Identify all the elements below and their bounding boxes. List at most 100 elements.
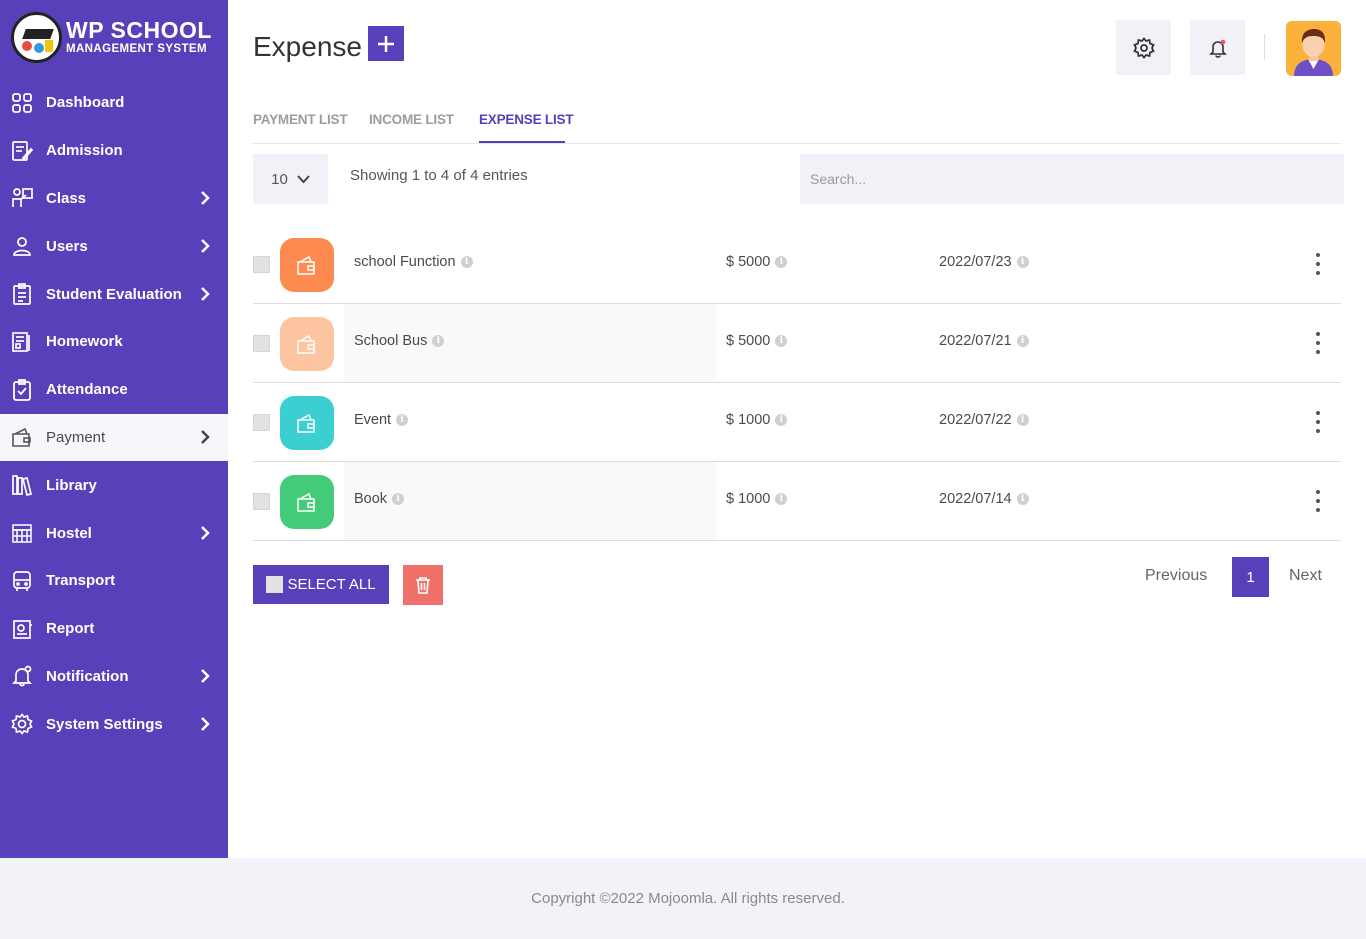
expense-amount: $ 5000 bbox=[726, 254, 771, 270]
sidebar-item-dashboard[interactable]: Dashboard bbox=[0, 79, 228, 127]
sidebar-item-users[interactable]: Users bbox=[0, 222, 228, 270]
expense-name: Book bbox=[354, 491, 388, 507]
gear-icon bbox=[11, 713, 33, 736]
sidebar-item-label: Dashboard bbox=[46, 94, 125, 112]
info-icon[interactable]: i bbox=[1016, 335, 1029, 347]
select-all-checkbox[interactable] bbox=[266, 576, 284, 593]
dashboard-icon bbox=[11, 92, 33, 114]
hostel-icon bbox=[11, 522, 33, 544]
info-icon[interactable]: i bbox=[775, 493, 788, 505]
expense-name-cell: Event i bbox=[354, 412, 409, 428]
amount-cell: $ 5000 i bbox=[726, 333, 788, 349]
chevron-right-icon bbox=[201, 526, 210, 540]
trash-icon bbox=[416, 577, 430, 594]
select-all-label: SELECT ALL bbox=[287, 576, 376, 593]
expense-date: 2022/07/22 bbox=[939, 412, 1012, 428]
row-checkbox[interactable] bbox=[253, 335, 270, 352]
sidebar-item-system-settings[interactable]: System Settings bbox=[0, 700, 228, 748]
notification-button[interactable] bbox=[1190, 20, 1245, 75]
expense-name: School Bus bbox=[354, 333, 428, 349]
info-icon[interactable]: i bbox=[775, 414, 788, 426]
sidebar-item-homework[interactable]: Homework bbox=[0, 318, 228, 366]
delete-selected-button[interactable] bbox=[403, 565, 443, 605]
table-row: Event i $ 1000 i 2022/07/22 i bbox=[253, 383, 1341, 462]
sidebar-item-label: Payment bbox=[46, 428, 106, 446]
avatar[interactable] bbox=[1286, 21, 1341, 76]
expense-amount: $ 1000 bbox=[726, 412, 771, 428]
wallet-icon bbox=[297, 255, 315, 275]
date-cell: 2022/07/14 i bbox=[939, 491, 1029, 507]
info-icon[interactable]: i bbox=[1016, 256, 1029, 268]
tab-expense-list[interactable]: EXPENSE LIST bbox=[479, 112, 574, 127]
class-icon bbox=[11, 187, 33, 209]
sidebar-item-library[interactable]: Library bbox=[0, 461, 228, 509]
table-row: School Bus i $ 5000 i 2022/07/21 i bbox=[253, 304, 1341, 383]
pagination-previous[interactable]: Previous bbox=[1145, 567, 1207, 585]
info-icon[interactable]: i bbox=[460, 256, 473, 268]
date-cell: 2022/07/23 i bbox=[939, 254, 1029, 270]
sidebar-item-attendance[interactable]: Attendance bbox=[0, 366, 228, 414]
library-icon bbox=[11, 474, 33, 497]
settings-button[interactable] bbox=[1116, 20, 1171, 75]
row-checkbox[interactable] bbox=[253, 256, 270, 273]
pagination-next[interactable]: Next bbox=[1289, 567, 1322, 585]
expense-name: Event bbox=[354, 412, 392, 428]
row-actions-menu[interactable] bbox=[1313, 490, 1323, 512]
footer: Copyright ©2022 Mojoomla. All rights res… bbox=[0, 858, 1366, 939]
sidebar-item-student-evaluation[interactable]: Student Evaluation bbox=[0, 270, 228, 318]
sidebar-item-label: Class bbox=[46, 189, 87, 207]
expense-name-cell: school Function i bbox=[354, 254, 473, 270]
app-logo[interactable]: WP SCHOOL MANAGEMENT SYSTEM bbox=[11, 11, 212, 63]
info-icon[interactable]: i bbox=[1016, 414, 1029, 426]
info-icon[interactable]: i bbox=[775, 256, 788, 268]
header-divider bbox=[1264, 34, 1265, 60]
info-icon[interactable]: i bbox=[392, 493, 405, 505]
date-cell: 2022/07/22 i bbox=[939, 412, 1029, 428]
tab-income-list[interactable]: INCOME LIST bbox=[369, 112, 454, 127]
page-length-select[interactable]: 10 bbox=[253, 154, 328, 204]
amount-cell: $ 1000 i bbox=[726, 412, 788, 428]
sidebar-item-label: Student Evaluation bbox=[46, 285, 182, 303]
pagination-page-1[interactable]: 1 bbox=[1232, 557, 1269, 597]
row-icon bbox=[280, 317, 334, 371]
user-icon bbox=[11, 235, 33, 257]
sidebar-item-notification[interactable]: Notification bbox=[0, 653, 228, 701]
sidebar-item-label: Report bbox=[46, 620, 95, 638]
wallet-icon bbox=[297, 413, 315, 433]
row-actions-menu[interactable] bbox=[1313, 332, 1323, 354]
info-icon[interactable]: i bbox=[775, 335, 788, 347]
add-expense-button[interactable] bbox=[368, 26, 404, 61]
row-checkbox[interactable] bbox=[253, 493, 270, 510]
chevron-down-icon bbox=[297, 174, 310, 183]
expense-date: 2022/07/21 bbox=[939, 333, 1012, 349]
sidebar-item-transport[interactable]: Transport bbox=[0, 557, 228, 605]
gear-icon bbox=[1132, 36, 1155, 59]
sidebar-item-label: Transport bbox=[46, 572, 116, 590]
info-icon[interactable]: i bbox=[396, 414, 409, 426]
wallet-icon bbox=[297, 492, 315, 512]
tab-payment-list[interactable]: PAYMENT LIST bbox=[253, 112, 348, 127]
wallet-icon bbox=[11, 426, 33, 448]
sidebar-item-hostel[interactable]: Hostel bbox=[0, 509, 228, 557]
admission-icon bbox=[11, 140, 33, 162]
chevron-right-icon bbox=[201, 191, 210, 206]
row-actions-menu[interactable] bbox=[1313, 411, 1323, 433]
chevron-right-icon bbox=[201, 287, 210, 301]
sidebar-nav: Dashboard Admission Class Users Student … bbox=[0, 79, 228, 748]
amount-cell: $ 1000 i bbox=[726, 491, 788, 507]
info-icon[interactable]: i bbox=[432, 335, 445, 347]
info-icon[interactable]: i bbox=[1016, 493, 1029, 505]
sidebar-item-admission[interactable]: Admission bbox=[0, 127, 228, 175]
date-cell: 2022/07/21 i bbox=[939, 333, 1029, 349]
row-checkbox[interactable] bbox=[253, 414, 270, 431]
sidebar-item-class[interactable]: Class bbox=[0, 175, 228, 223]
expense-name-cell: School Bus i bbox=[354, 333, 445, 349]
sidebar-item-payment[interactable]: Payment bbox=[0, 413, 228, 462]
table-row: Book i $ 1000 i 2022/07/14 i bbox=[253, 462, 1341, 541]
copyright-text: Copyright ©2022 Mojoomla. All rights res… bbox=[531, 890, 845, 907]
select-all-button[interactable]: SELECT ALL bbox=[253, 565, 389, 604]
row-actions-menu[interactable] bbox=[1313, 253, 1323, 275]
active-tab-indicator bbox=[479, 141, 565, 143]
search-input[interactable] bbox=[800, 154, 1344, 204]
sidebar-item-report[interactable]: Report bbox=[0, 605, 228, 653]
